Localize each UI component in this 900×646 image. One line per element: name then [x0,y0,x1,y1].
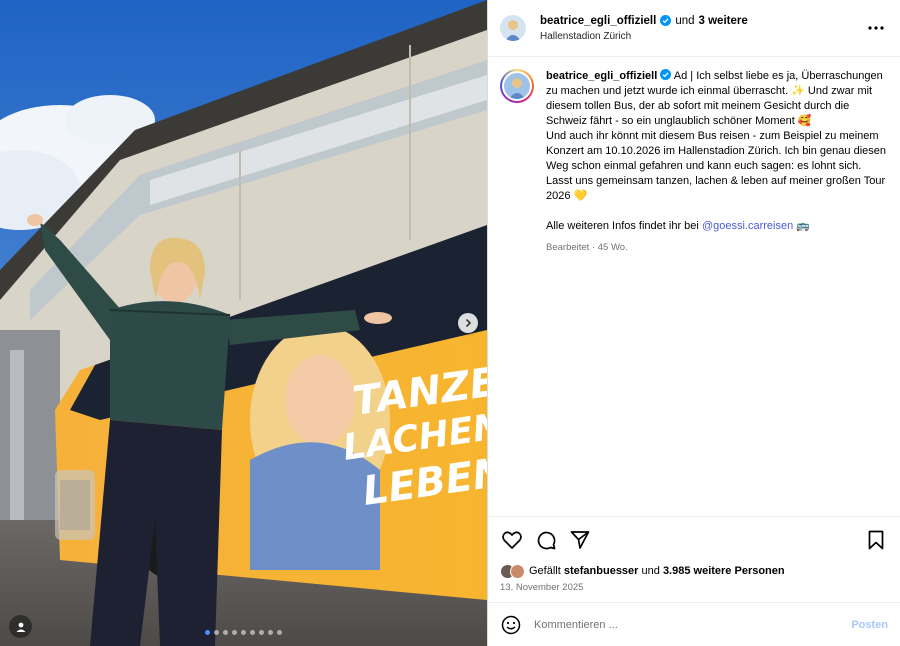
carousel-dot [223,630,228,635]
carousel-indicator [0,630,487,635]
post-media[interactable]: TANZEN LACHEN LEBEN [0,0,487,646]
comment-input[interactable] [534,618,852,631]
caption-section: beatrice_egli_offiziell Ad | Ich selbst … [488,57,900,516]
more-options-button[interactable] [864,16,888,40]
emoji-button[interactable] [500,614,522,636]
carousel-dot [241,630,246,635]
author-username[interactable]: beatrice_egli_offiziell [540,15,656,27]
verified-badge-icon [660,69,672,80]
collaborators-connector: und [675,14,695,27]
comment-bar: Posten [488,602,900,646]
likes-summary[interactable]: Gefällt stefanbuesser und 3.985 weitere … [488,562,900,580]
carousel-dot [268,630,273,635]
heart-icon [502,530,522,549]
post-dialog: TANZEN LACHEN LEBEN beatrice_egli_offizi… [0,0,900,646]
carousel-next-button[interactable] [458,313,478,333]
chevron-right-icon [465,318,472,328]
caption-infos-suffix: 🚌 [796,220,810,232]
comment-button[interactable] [534,528,558,552]
post-date: 13. November 2025 [500,582,584,593]
collaborators-link[interactable]: 3 weitere [699,15,748,27]
carousel-dot [214,630,219,635]
author-avatar[interactable] [500,15,526,41]
emoji-icon [501,615,521,634]
edited-timestamp: Bearbeitet · 45 Wo. [546,242,628,253]
likes-connector: und [641,565,660,577]
caption-username[interactable]: beatrice_egli_offiziell [546,70,657,82]
post-location[interactable]: Hallenstadion Zürich [540,31,864,42]
post-photo: TANZEN LACHEN LEBEN [0,0,487,646]
caption-paragraph-2: Und auch ihr könnt mit diesem Bus reisen… [546,130,886,202]
verified-badge-icon [660,15,672,26]
carousel-dot [259,630,264,635]
action-bar [488,516,900,562]
carousel-dot [205,630,210,635]
post-header: beatrice_egli_offiziell und 3 weitere Ha… [488,0,900,57]
liker-username[interactable]: stefanbuesser [564,565,639,577]
likes-prefix: Gefällt [529,565,561,577]
like-button[interactable] [500,528,524,552]
carousel-dot [277,630,282,635]
carousel-dot [232,630,237,635]
caption-infos-prefix: Alle weiteren Infos findet ihr bei [546,220,699,232]
save-button[interactable] [864,528,888,552]
carousel-dot [250,630,255,635]
caption-avatar[interactable] [500,69,534,103]
caption-text: beatrice_egli_offiziell Ad | Ich selbst … [546,69,886,516]
likes-others[interactable]: 3.985 weitere Personen [663,565,785,577]
post-details-panel: beatrice_egli_offiziell und 3 weitere Ha… [487,0,900,646]
more-options-icon [868,26,884,30]
liker-avatars [500,563,525,579]
avatar [510,563,525,579]
bookmark-icon [868,530,884,549]
share-button[interactable] [568,528,592,552]
share-icon [570,530,590,549]
mention-link[interactable]: @goessi.carreisen [702,220,793,232]
post-comment-button[interactable]: Posten [851,619,888,631]
comment-icon [537,531,556,549]
